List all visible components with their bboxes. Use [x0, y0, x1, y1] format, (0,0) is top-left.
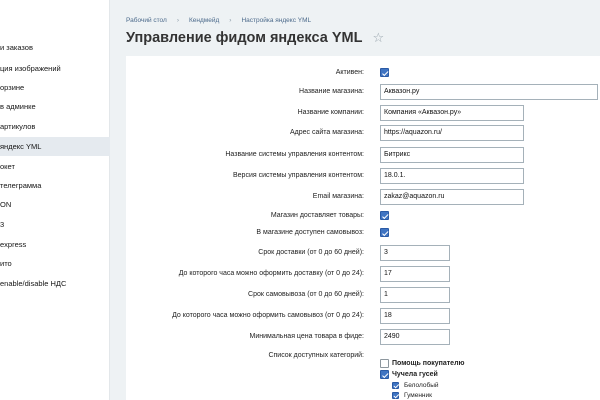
category-checkbox[interactable]	[380, 370, 389, 379]
sidebar-item-label: express	[0, 240, 27, 249]
sidebar-item-articles[interactable]: артикулов	[0, 117, 110, 136]
form-row-delivery: Магазин доставляет товары:	[126, 208, 600, 224]
sidebar-item-label: ито	[0, 259, 12, 268]
form-row-min-price: Минимальная цена товара в фиде: 2490	[126, 329, 600, 345]
delivery-label: Магазин доставляет товары:	[270, 212, 364, 219]
delivery-days-input[interactable]: 3	[380, 245, 450, 261]
category-label: Чучела гусей	[392, 371, 438, 378]
form-row-site-url: Адрес сайта магазина: https://aquazon.ru…	[126, 125, 600, 141]
delivery-hour-label: До которого часа можно оформить доставку…	[178, 270, 364, 277]
sidebar-item-express[interactable]: express	[0, 235, 110, 254]
form-row-shop-name: Название магазина: Аквазон.ру	[126, 84, 600, 100]
sidebar-item-admin[interactable]: в админке	[0, 97, 110, 116]
breadcrumb-separator: ›	[176, 16, 179, 24]
min-price-input[interactable]: 2490	[380, 329, 450, 345]
breadcrumb-item-handmade[interactable]: Кендмейд	[189, 17, 219, 24]
sidebar-item-orders[interactable]: и заказов	[0, 38, 110, 57]
sidebar-item-label: в админке	[0, 102, 36, 111]
form-row-cms-name: Название системы управления контентом: Б…	[126, 147, 600, 163]
sidebar-item-avito[interactable]: ито	[0, 254, 110, 273]
category-checkbox[interactable]	[380, 359, 389, 368]
breadcrumb: Рабочий стол › Кендмейд › Настройка янде…	[126, 14, 311, 26]
pickup-hour-input[interactable]: 18	[380, 308, 450, 324]
site-url-label: Адрес сайта магазина:	[290, 129, 364, 136]
form-row-company-name: Название компании: Компания «Аквазон.ру»	[126, 105, 600, 121]
form-row-delivery-hour: До которого часа можно оформить доставку…	[126, 266, 600, 282]
page-title-text: Управление фидом яндекса YML	[126, 30, 363, 46]
company-name-input[interactable]: Компания «Аквазон.ру»	[380, 105, 524, 121]
delivery-days-label: Срок доставки (от 0 до 60 дней):	[258, 249, 364, 256]
pickup-checkbox[interactable]	[380, 228, 389, 237]
sidebar-item-yandex-yml[interactable]: яндекс YML	[0, 137, 110, 156]
sidebar-item-label: и заказов	[0, 43, 33, 52]
categories-label: Список доступных категорий:	[268, 352, 364, 359]
sidebar-item-nds[interactable]: enable/disable НДС	[0, 274, 110, 293]
active-label: Активен:	[335, 69, 364, 76]
email-input[interactable]: zakaz@aquazon.ru	[380, 189, 524, 205]
main-content: Рабочий стол › Кендмейд › Настройка янде…	[110, 0, 600, 400]
form-row-categories: Список доступных категорий:	[126, 348, 600, 364]
cms-name-input[interactable]: Битрикс	[380, 147, 524, 163]
shop-name-label: Название магазина:	[299, 88, 364, 95]
sidebar-item-images[interactable]: ция изображений	[0, 59, 110, 78]
sidebar-item-label: орзине	[0, 83, 25, 92]
sidebar-item-label: окет	[0, 162, 15, 171]
breadcrumb-item-yml-settings[interactable]: Настройка яндекс YML	[241, 17, 311, 24]
delivery-hour-input[interactable]: 17	[380, 266, 450, 282]
sidebar-item-label: ция изображений	[0, 64, 61, 73]
breadcrumb-separator: ›	[229, 16, 232, 24]
form-row-pickup: В магазине доступен самовывоз:	[126, 225, 600, 241]
shop-name-input[interactable]: Аквазон.ру	[380, 84, 598, 100]
min-price-label: Минимальная цена товара в фиде:	[249, 333, 364, 340]
category-checkbox[interactable]	[392, 392, 399, 399]
category-label: Помощь покупателю	[392, 360, 465, 367]
pickup-days-input[interactable]: 1	[380, 287, 450, 303]
sidebar-item-label: телеграмма	[0, 181, 42, 190]
active-checkbox[interactable]	[380, 68, 389, 77]
delivery-checkbox[interactable]	[380, 211, 389, 220]
site-url-input[interactable]: https://aquazon.ru/	[380, 125, 524, 141]
form-row-email: Email магазина: zakaz@aquazon.ru	[126, 189, 600, 205]
sidebar-item-label: 3	[0, 220, 5, 229]
pickup-label: В магазине доступен самовывоз:	[256, 229, 364, 236]
sidebar-item-cart[interactable]: орзине	[0, 78, 110, 97]
settings-form: Активен: Название магазина: Аквазон.ру Н…	[126, 56, 600, 400]
sidebar-item-label: артикулов	[0, 122, 36, 131]
category-label: Гуменник	[404, 392, 432, 399]
company-name-label: Название компании:	[297, 109, 364, 116]
star-icon[interactable]: ☆	[372, 30, 384, 46]
breadcrumb-item-desktop[interactable]: Рабочий стол	[126, 17, 167, 24]
cms-version-label: Версия системы управления контентом:	[232, 172, 364, 179]
sidebar-item-3[interactable]: 3	[0, 215, 110, 234]
cms-version-input[interactable]: 18.0.1.	[380, 168, 524, 184]
form-row-pickup-days: Срок самовывоза (от 0 до 60 дней): 1	[126, 287, 600, 303]
form-row-active: Активен:	[126, 65, 600, 81]
sidebar-item-telegram[interactable]: телеграмма	[0, 176, 110, 195]
sidebar-item-on[interactable]: ON	[0, 195, 110, 214]
pickup-hour-label: До которого часа можно оформить самовыво…	[172, 312, 364, 319]
pickup-days-label: Срок самовывоза (от 0 до 60 дней):	[248, 291, 364, 298]
sidebar: и заказов ция изображений орзине в админ…	[0, 0, 110, 400]
sidebar-item-socket[interactable]: окет	[0, 157, 110, 176]
sidebar-item-label: enable/disable НДС	[0, 279, 67, 288]
sidebar-item-label: ON	[0, 200, 12, 209]
form-row-pickup-hour: До которого часа можно оформить самовыво…	[126, 308, 600, 324]
category-checkbox[interactable]	[392, 382, 399, 389]
sidebar-item-label: яндекс YML	[0, 142, 42, 151]
email-label: Email магазина:	[312, 193, 364, 200]
form-row-delivery-days: Срок доставки (от 0 до 60 дней): 3	[126, 245, 600, 261]
form-row-cms-version: Версия системы управления контентом: 18.…	[126, 168, 600, 184]
cms-name-label: Название системы управления контентом:	[225, 151, 364, 158]
page-title: Управление фидом яндекса YML ☆	[126, 30, 384, 46]
